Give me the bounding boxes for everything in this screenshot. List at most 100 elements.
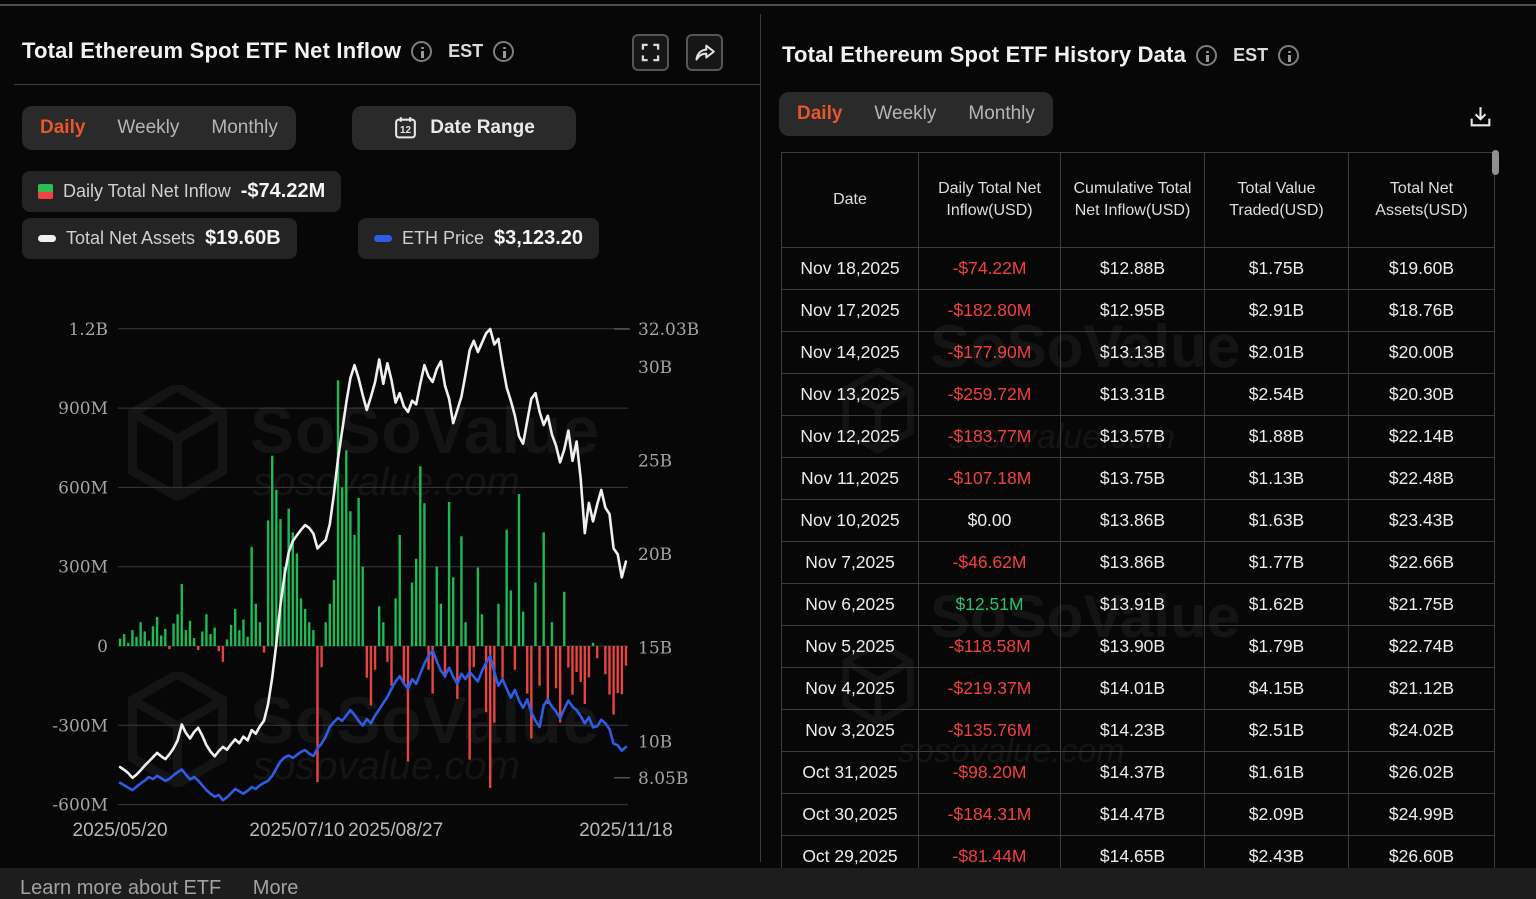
cell-value: $1.63B bbox=[1205, 500, 1349, 542]
inflow-bar-positive bbox=[135, 636, 138, 646]
cell-date: Oct 31,2025 bbox=[781, 752, 919, 794]
inflow-bar-negative bbox=[373, 646, 377, 670]
y2-axis-label: 30B bbox=[638, 358, 672, 378]
inflow-bar-negative bbox=[513, 646, 517, 670]
inflow-bar-positive bbox=[308, 622, 311, 646]
fullscreen-button[interactable] bbox=[632, 34, 669, 71]
inflow-bar-positive bbox=[410, 582, 414, 646]
inflow-bar-positive bbox=[271, 455, 274, 646]
tab-daily[interactable]: Daily bbox=[797, 103, 842, 125]
table-row: Nov 17,2025 -$182.80M $12.95B $2.91B $18.76B bbox=[781, 290, 1495, 332]
cell-value: $2.01B bbox=[1205, 332, 1349, 374]
inflow-bar-negative bbox=[386, 646, 389, 662]
inflow-bar-positive bbox=[509, 590, 512, 646]
more-link[interactable]: More bbox=[253, 877, 299, 899]
inflow-bar-negative bbox=[489, 646, 492, 788]
inflow-bar-positive bbox=[452, 577, 455, 646]
cell-value: $24.99B bbox=[1349, 794, 1495, 836]
cell-value: -$81.44M bbox=[919, 836, 1061, 868]
history-table: Date Daily Total Net Inflow(USD) Cumulativ… bbox=[781, 152, 1495, 868]
cell-date: Nov 13,2025 bbox=[781, 374, 919, 416]
share-button[interactable] bbox=[686, 34, 723, 71]
inflow-bar-positive bbox=[291, 532, 294, 646]
legend-label: ETH Price bbox=[402, 228, 485, 248]
info-icon[interactable] bbox=[1278, 44, 1300, 66]
tab-monthly[interactable]: Monthly bbox=[211, 117, 278, 139]
inflow-bar-positive bbox=[464, 622, 467, 646]
cell-value: $22.74B bbox=[1349, 626, 1495, 668]
inflow-bar-negative bbox=[406, 646, 410, 762]
inflow-bar-negative bbox=[620, 646, 624, 695]
inflow-bar-positive bbox=[127, 642, 130, 646]
inflow-bar-positive bbox=[266, 520, 270, 646]
info-icon[interactable] bbox=[493, 40, 515, 62]
cell-value: -$219.37M bbox=[919, 668, 1061, 710]
info-icon[interactable] bbox=[411, 40, 433, 62]
inflow-bar-negative bbox=[365, 646, 369, 678]
legend-value: -$74.22M bbox=[240, 180, 326, 202]
cell-value: -$183.77M bbox=[919, 416, 1061, 458]
cell-value: -$259.72M bbox=[919, 374, 1061, 416]
legend-total-net-assets[interactable]: Total Net Assets $19.60B bbox=[22, 218, 297, 259]
inflow-bar-positive bbox=[279, 519, 282, 646]
tab-weekly[interactable]: Weekly bbox=[874, 103, 936, 125]
cell-date: Nov 4,2025 bbox=[781, 668, 919, 710]
inflow-bar-negative bbox=[472, 646, 475, 668]
cell-date: Nov 12,2025 bbox=[781, 416, 919, 458]
inflow-bar-positive bbox=[118, 638, 122, 646]
table-header-cell: Total Value Traded(USD) bbox=[1205, 152, 1349, 248]
cell-value: -$107.18M bbox=[919, 458, 1061, 500]
inflow-bar-negative bbox=[579, 646, 582, 682]
cell-value: $13.57B bbox=[1061, 416, 1205, 458]
cell-value: $14.65B bbox=[1061, 836, 1205, 868]
table-row: Oct 30,2025 -$184.31M $14.47B $2.09B $24.99B bbox=[781, 794, 1495, 836]
timezone-label: EST bbox=[1233, 44, 1269, 65]
inflow-legend-icon bbox=[38, 184, 53, 199]
inflow-bar-negative bbox=[604, 646, 607, 675]
inflow-bar-positive bbox=[324, 622, 327, 646]
inflow-bar-negative bbox=[217, 646, 220, 652]
inflow-bar-negative bbox=[595, 646, 599, 659]
cell-value: $22.66B bbox=[1349, 542, 1495, 584]
cell-value: $21.75B bbox=[1349, 584, 1495, 626]
info-icon[interactable] bbox=[1196, 44, 1218, 66]
inflow-bar-negative bbox=[316, 646, 319, 783]
cell-value: -$177.90M bbox=[919, 332, 1061, 374]
download-button[interactable] bbox=[1462, 98, 1498, 134]
cell-value: $21.12B bbox=[1349, 668, 1495, 710]
inflow-bar-negative bbox=[624, 646, 628, 666]
inflow-bar-negative bbox=[530, 646, 533, 739]
legend-daily-net-inflow[interactable]: Daily Total Net Inflow -$74.22M bbox=[22, 171, 342, 212]
y2-axis-label: 8.05B bbox=[638, 769, 688, 789]
cell-value: $14.47B bbox=[1061, 794, 1205, 836]
inflow-bar-negative bbox=[567, 646, 570, 668]
legend-value: $3,123.20 bbox=[494, 227, 583, 249]
tab-monthly[interactable]: Monthly bbox=[968, 103, 1035, 125]
legend-eth-price[interactable]: ETH Price $3,123.20 bbox=[358, 218, 599, 259]
cell-value: $24.02B bbox=[1349, 710, 1495, 752]
cell-value: $13.75B bbox=[1061, 458, 1205, 500]
table-scrollbar[interactable] bbox=[1492, 150, 1499, 175]
cell-value: $14.37B bbox=[1061, 752, 1205, 794]
cell-date: Oct 30,2025 bbox=[781, 794, 919, 836]
cell-value: $2.51B bbox=[1205, 710, 1349, 752]
inflow-bar-negative bbox=[262, 646, 266, 653]
cell-value: $1.75B bbox=[1205, 248, 1349, 290]
inflow-bar-positive bbox=[340, 487, 344, 646]
assets-line-icon bbox=[38, 235, 56, 242]
tab-weekly[interactable]: Weekly bbox=[117, 117, 179, 139]
inflow-bar-positive bbox=[423, 503, 426, 646]
cell-value: $1.88B bbox=[1205, 416, 1349, 458]
inflow-bar-positive bbox=[201, 631, 204, 646]
date-range-button[interactable]: 12 Date Range bbox=[352, 106, 576, 150]
x-axis-label: 2025/08/27 bbox=[348, 820, 443, 841]
learn-more-text: Learn more about ETF bbox=[20, 877, 222, 899]
net-inflow-chart[interactable]: 1.2B 900M 600M 300M 0 -300M -600M 32.03B 30B 25B 2… bbox=[0, 280, 760, 860]
inflow-bar-negative bbox=[468, 646, 471, 760]
download-icon bbox=[1470, 106, 1490, 126]
table-row: Nov 13,2025 -$259.72M $13.31B $2.54B $20.30B bbox=[781, 374, 1495, 416]
inflow-bar-positive bbox=[447, 501, 451, 646]
inflow-bar-positive bbox=[225, 639, 229, 646]
calendar-icon: 12 bbox=[395, 117, 417, 139]
tab-daily[interactable]: Daily bbox=[40, 117, 85, 139]
